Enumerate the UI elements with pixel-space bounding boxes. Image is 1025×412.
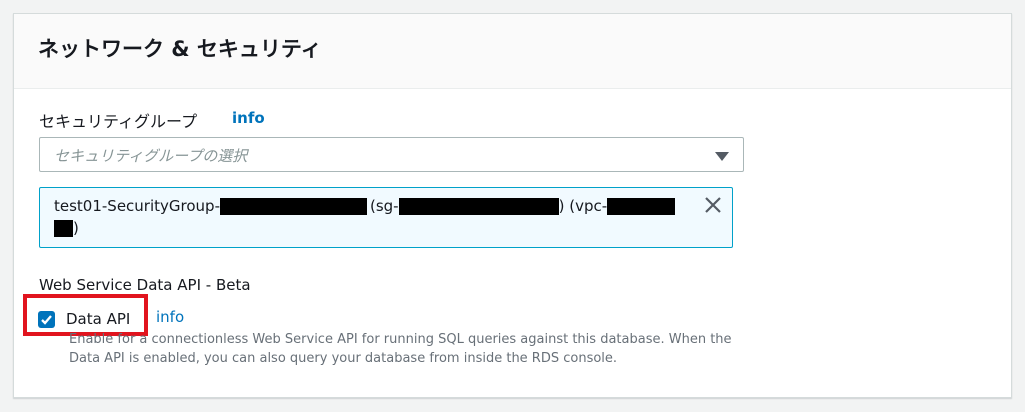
panel-title: ネットワーク & セキュリティ bbox=[38, 37, 322, 61]
redacted-sg-id bbox=[398, 197, 559, 215]
redacted-name bbox=[219, 197, 367, 215]
security-group-info-link[interactable]: info bbox=[232, 109, 265, 127]
token-close-paren: ) bbox=[73, 219, 79, 237]
security-group-label: セキュリティグループ bbox=[39, 112, 198, 131]
network-security-panel: ネットワーク & セキュリティ セキュリティグループ info セキュリティグル… bbox=[13, 13, 1012, 398]
redacted-vpc-id bbox=[607, 197, 676, 215]
selected-security-group-token: test01-SecurityGroup- (sg- ) (vpc- ) bbox=[39, 187, 733, 248]
data-api-section-label: Web Service Data API - Beta bbox=[39, 276, 251, 294]
panel-header: ネットワーク & セキュリティ bbox=[14, 14, 1011, 89]
remove-token-close-icon[interactable] bbox=[704, 196, 722, 214]
data-api-info-link[interactable]: info bbox=[156, 308, 184, 326]
token-text: test01-SecurityGroup- (sg- ) (vpc- ) bbox=[54, 195, 684, 239]
token-sg-prefix: (sg- bbox=[369, 197, 399, 215]
security-group-select[interactable]: セキュリティグループの選択 bbox=[39, 137, 744, 172]
caret-down-icon bbox=[715, 152, 729, 161]
select-placeholder: セキュリティグループの選択 bbox=[54, 147, 248, 165]
redacted-vpc-id-continued bbox=[54, 219, 73, 237]
token-vpc-prefix: ) (vpc- bbox=[558, 197, 608, 215]
token-name-prefix: test01-SecurityGroup- bbox=[54, 197, 220, 215]
data-api-description: Enable for a connectionless Web Service … bbox=[69, 332, 732, 366]
